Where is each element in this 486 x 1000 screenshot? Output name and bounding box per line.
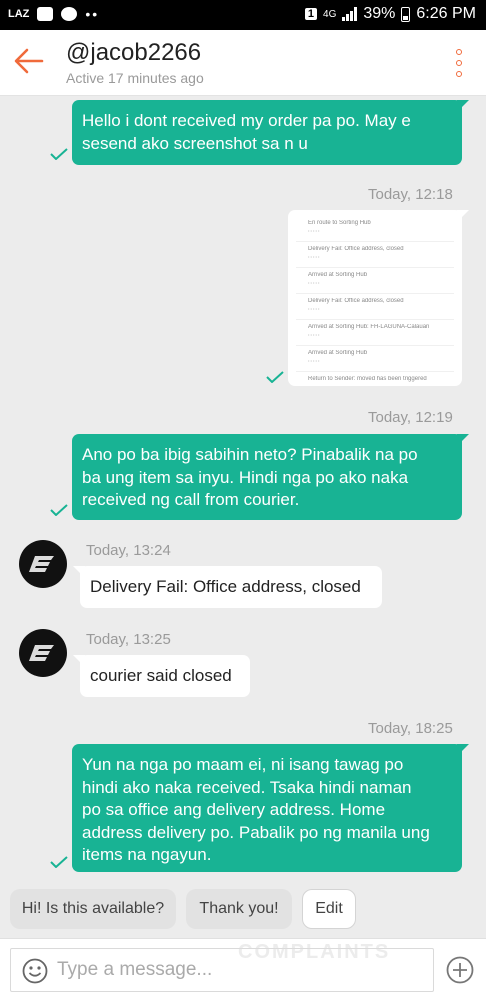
clock: 6:26 PM: [416, 5, 476, 22]
screenshot-image-message[interactable]: En route to Sorting Hub • • • • • Deliver…: [288, 210, 469, 386]
avatar-logo-icon: [29, 645, 54, 661]
back-arrow-icon[interactable]: [12, 44, 46, 78]
message-timestamp: Today, 13:25: [86, 631, 171, 648]
tracking-row: Return to Sender: moved has been trigger…: [308, 376, 427, 382]
chat-history[interactable]: Hello i dont received my order pa po. Ma…: [0, 96, 486, 882]
app-badge: LAZ: [8, 8, 30, 20]
plus-icon[interactable]: [446, 956, 474, 984]
chat-header: @jacob2266 Active 17 minutes ago: [0, 30, 486, 96]
message-notification-icon: [37, 7, 54, 21]
tracking-row: Arrived at Sorting Hub • • • • •: [296, 268, 454, 294]
incoming-message[interactable]: courier said closed: [73, 655, 250, 697]
edit-quick-replies-button[interactable]: Edit: [302, 889, 356, 929]
check-icon: [50, 856, 68, 868]
signal-icon: [342, 7, 358, 21]
chat-title: @jacob2266: [66, 39, 202, 66]
sync-notification-icon: [61, 7, 78, 21]
quick-reply-available[interactable]: Hi! Is this available?: [10, 889, 176, 929]
quick-reply-thank-you[interactable]: Thank you!: [186, 889, 292, 929]
check-icon: [266, 371, 284, 383]
tracking-row: En route to Sorting Hub • • • • •: [296, 216, 454, 242]
battery-icon: [401, 6, 411, 22]
message-timestamp: Today, 18:25: [368, 720, 453, 737]
message-timestamp: Today, 12:18: [368, 186, 453, 203]
avatar-logo-icon: [29, 556, 54, 572]
sim-slot-badge: 1: [304, 8, 318, 20]
outgoing-message[interactable]: Ano po ba ibig sabihin neto? Pinabalik n…: [72, 434, 469, 520]
tracking-row: Delivery Fail: Office address, closed • •…: [296, 294, 454, 320]
tracking-row: Arrived at Sorting Hub: FH-LAGUNA-Calaua…: [296, 320, 454, 346]
battery-percentage: 39%: [363, 5, 396, 22]
watermark: COMPLAINTS: [238, 941, 391, 963]
incoming-message[interactable]: Delivery Fail: Office address, closed: [73, 566, 382, 608]
more-notifications-icon: ••: [85, 6, 100, 22]
status-bar: LAZ •• 1 4G 39% 6:26 PM: [0, 0, 486, 30]
avatar[interactable]: [19, 540, 67, 588]
message-timestamp: Today, 12:19: [368, 409, 453, 426]
outgoing-message[interactable]: Yun na nga po maam ei, ni isang tawag po…: [72, 744, 469, 872]
outgoing-message[interactable]: Hello i dont received my order pa po. Ma…: [72, 100, 469, 165]
avatar[interactable]: [19, 629, 67, 677]
active-status: Active 17 minutes ago: [66, 70, 204, 86]
tracking-row: Arrived at Sorting Hub • • • • •: [296, 346, 454, 372]
check-icon: [50, 504, 68, 516]
network-type: 4G: [323, 8, 337, 20]
check-icon: [50, 148, 68, 160]
more-vert-icon[interactable]: [454, 49, 464, 77]
emoji-icon[interactable]: [22, 958, 48, 984]
message-timestamp: Today, 13:24: [86, 542, 171, 559]
tracking-row: Delivery Fail: Office address, closed • •…: [296, 242, 454, 268]
